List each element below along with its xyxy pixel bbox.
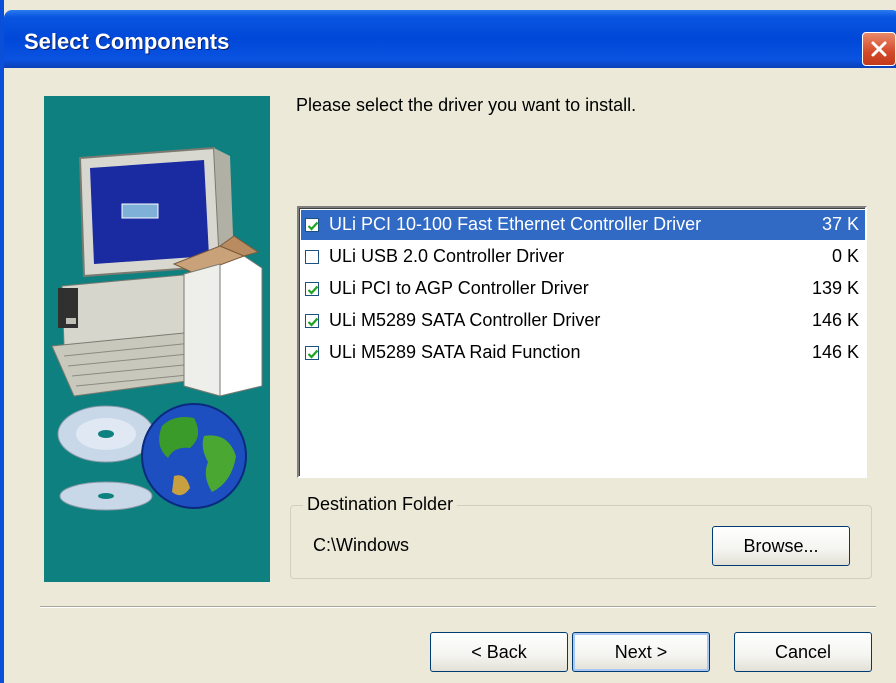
globe-icon <box>141 403 247 509</box>
list-item[interactable]: ULi PCI to AGP Controller Driver 139 K <box>301 274 865 304</box>
close-button[interactable] <box>862 32 896 66</box>
component-checkbox[interactable] <box>305 346 319 360</box>
component-size: 146 K <box>811 342 859 362</box>
component-label: ULi PCI to AGP Controller Driver <box>329 278 589 298</box>
component-label: ULi M5289 SATA Controller Driver <box>329 310 601 330</box>
component-label: ULi PCI 10-100 Fast Ethernet Controller … <box>329 214 702 234</box>
component-size: 37 K <box>821 214 859 234</box>
component-checkbox[interactable] <box>305 218 319 232</box>
close-icon <box>871 41 887 57</box>
browse-button[interactable]: Browse... <box>712 526 850 566</box>
check-icon <box>307 221 319 231</box>
check-icon <box>307 285 319 295</box>
computer-illustration <box>51 146 263 511</box>
component-list[interactable]: ULi PCI 10-100 Fast Ethernet Controller … <box>297 206 867 478</box>
component-checkbox[interactable] <box>305 282 319 296</box>
destination-folder-label: Destination Folder <box>303 494 458 515</box>
list-item[interactable]: ULi USB 2.0 Controller Driver 0 K <box>301 242 865 272</box>
destination-path: C:\Windows <box>313 535 410 555</box>
component-size: 0 K <box>831 246 859 266</box>
cancel-button[interactable]: Cancel <box>734 632 872 672</box>
component-size: 139 K <box>811 278 859 298</box>
list-item[interactable]: ULi M5289 SATA Controller Driver 146 K <box>301 306 865 336</box>
component-checkbox[interactable] <box>305 314 319 328</box>
component-checkbox[interactable] <box>305 250 319 264</box>
check-icon <box>307 349 319 359</box>
check-icon <box>307 317 319 327</box>
title-bar[interactable]: Select Components <box>4 10 896 68</box>
next-button[interactable]: Next > <box>572 632 710 672</box>
component-label: ULi M5289 SATA Raid Function <box>329 342 581 362</box>
separator <box>40 606 876 608</box>
back-button[interactable]: < Back <box>430 632 568 672</box>
cd-icon <box>57 405 155 511</box>
dialog-title: Select Components <box>24 29 230 54</box>
instruction-text: Please select the driver you want to ins… <box>296 95 637 115</box>
component-size: 146 K <box>811 310 859 330</box>
list-item[interactable]: ULi PCI 10-100 Fast Ethernet Controller … <box>301 210 865 240</box>
setup-illustration <box>44 96 270 582</box>
component-label: ULi USB 2.0 Controller Driver <box>329 246 565 266</box>
list-item[interactable]: ULi M5289 SATA Raid Function 146 K <box>301 338 865 368</box>
